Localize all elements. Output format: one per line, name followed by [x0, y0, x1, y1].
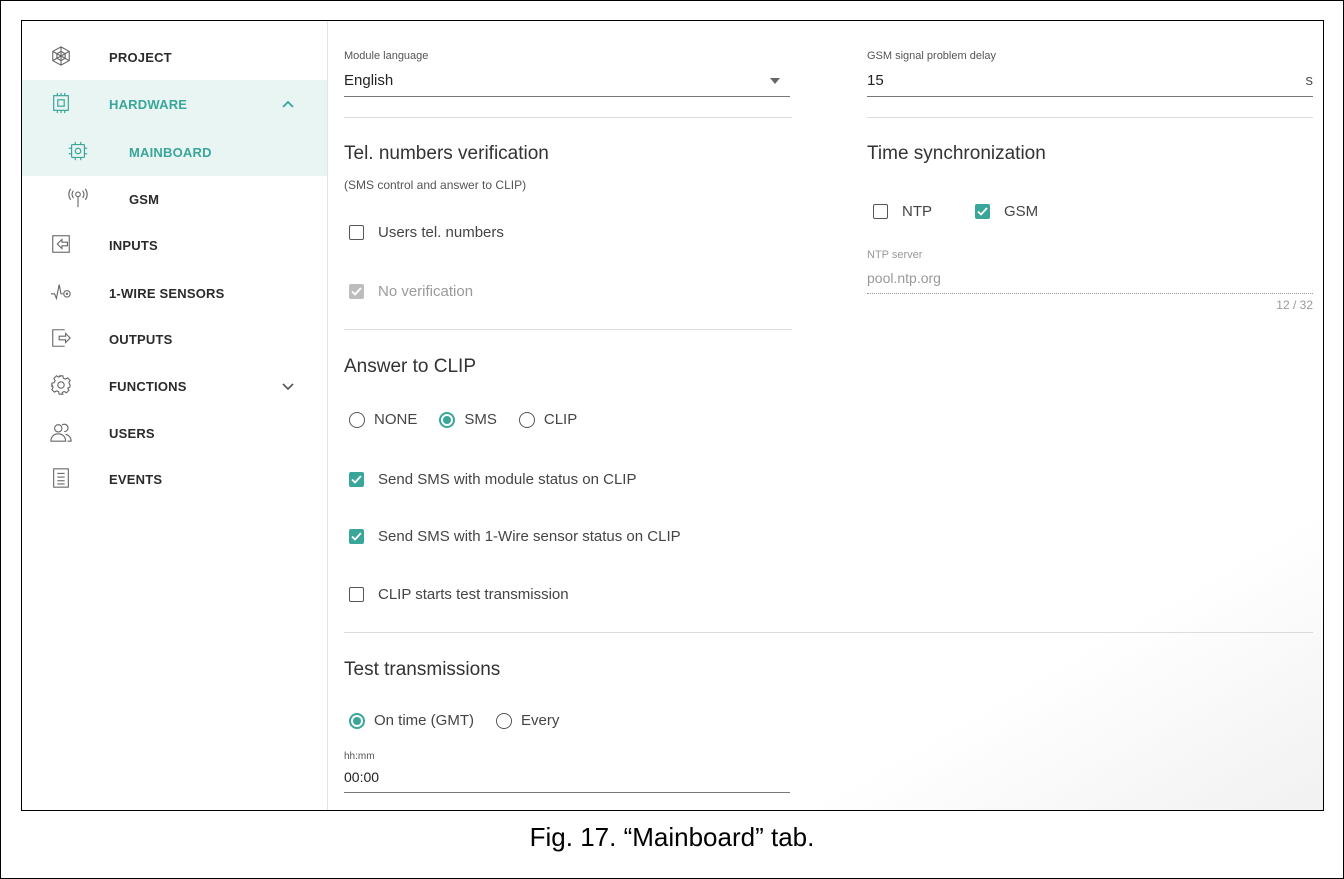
divider — [344, 632, 1313, 633]
radio-selected-icon — [439, 411, 456, 428]
sidebar-item-label: USERS — [109, 425, 155, 441]
send-module-status-label: Send SMS with module status on CLIP — [378, 471, 637, 488]
dropdown-arrow-icon — [770, 78, 780, 84]
project-icon — [52, 46, 70, 66]
sidebar-item-label: MAINBOARD — [129, 144, 212, 160]
ntp-server-label: NTP server — [867, 249, 923, 261]
antenna-icon — [68, 188, 88, 208]
gear-icon — [51, 375, 71, 395]
ntp-server-value: pool.ntp.org — [867, 270, 941, 286]
sidebar-item-functions[interactable]: FUNCTIONS — [22, 362, 327, 410]
divider — [344, 329, 792, 330]
sidebar-item-label: 1-WIRE SENSORS — [109, 285, 225, 301]
sidebar-item-label: HARDWARE — [109, 96, 188, 112]
gsm-delay-label: GSM signal problem delay — [867, 50, 997, 62]
module-language-value: English — [344, 72, 394, 89]
gsm-sync-checkbox[interactable]: GSM — [975, 203, 1038, 220]
radio-every[interactable]: Every — [496, 712, 559, 729]
test-transmissions-radio-group: On time (GMT) Every — [349, 712, 581, 729]
ntp-checkbox[interactable]: NTP — [873, 203, 932, 220]
app-window: PROJECT HARDWARE MAINBOARD GSM INPUTS 1-… — [21, 20, 1324, 811]
radio-none[interactable]: NONE — [349, 411, 417, 428]
sidebar-item-gsm[interactable]: GSM — [22, 175, 327, 223]
sidebar: PROJECT HARDWARE MAINBOARD GSM INPUTS 1-… — [22, 21, 328, 810]
chevron-down-icon[interactable] — [280, 378, 296, 394]
module-language-select[interactable]: English — [344, 69, 790, 97]
output-icon — [52, 329, 71, 347]
sidebar-item-events[interactable]: EVENTS — [22, 455, 327, 503]
time-value: 00:00 — [344, 769, 380, 785]
module-language-label: Module language — [344, 50, 429, 62]
radio-label: SMS — [464, 411, 497, 428]
gsm-delay-value: 15 — [867, 72, 884, 89]
radio-unselected-icon — [518, 411, 535, 428]
answer-clip-title: Answer to CLIP — [344, 356, 476, 377]
checkbox-checked-icon — [975, 204, 990, 219]
main-panel: Module language English GSM signal probl… — [328, 21, 1323, 810]
radio-unselected-icon — [349, 411, 365, 428]
sidebar-item-mainboard[interactable]: MAINBOARD — [22, 128, 327, 176]
radio-label: CLIP — [543, 411, 578, 428]
clip-test-transmission-checkbox[interactable]: CLIP starts test transmission — [349, 586, 569, 603]
document-icon — [53, 468, 69, 488]
radio-on-time[interactable]: On time (GMT) — [349, 712, 474, 729]
sensor-icon — [50, 284, 71, 301]
ntp-server-input[interactable]: pool.ntp.org — [867, 267, 1313, 294]
radio-clip[interactable]: CLIP — [518, 411, 578, 428]
chevron-up-icon[interactable] — [280, 96, 296, 112]
sidebar-item-project[interactable]: PROJECT — [22, 33, 327, 81]
send-sensor-status-checkbox[interactable]: Send SMS with 1-Wire sensor status on CL… — [349, 528, 681, 545]
test-transmissions-title: Test transmissions — [344, 659, 501, 680]
gsm-delay-input[interactable]: 15 s — [867, 69, 1313, 97]
gsm-sync-label: GSM — [1004, 203, 1039, 220]
sidebar-item-inputs[interactable]: INPUTS — [22, 221, 327, 269]
divider — [344, 117, 792, 118]
sidebar-item-label: GSM — [129, 191, 160, 207]
checkbox-checked-icon — [349, 472, 364, 487]
users-tel-numbers-label: Users tel. numbers — [378, 224, 504, 241]
radio-unselected-icon — [496, 712, 512, 729]
no-verification-label: No verification — [378, 283, 474, 300]
ntp-label: NTP — [902, 203, 932, 220]
gsm-delay-unit: s — [1305, 72, 1314, 89]
divider — [867, 117, 1313, 118]
users-tel-numbers-checkbox[interactable]: Users tel. numbers — [349, 224, 504, 241]
sidebar-item-outputs[interactable]: OUTPUTS — [22, 315, 327, 363]
radio-label: NONE — [374, 411, 418, 428]
tel-verification-title: Tel. numbers verification — [344, 143, 549, 164]
figure-caption: Fig. 17. “Mainboard” tab. — [529, 822, 815, 852]
clip-test-transmission-label: CLIP starts test transmission — [378, 586, 569, 603]
checkbox-unchecked-icon — [873, 204, 888, 219]
sidebar-item-users[interactable]: USERS — [22, 409, 327, 457]
radio-sms[interactable]: SMS — [439, 411, 497, 428]
users-icon — [50, 423, 72, 442]
time-input[interactable]: 00:00 — [344, 766, 790, 793]
ntp-server-counter: 12 / 32 — [1276, 298, 1313, 312]
input-icon — [52, 235, 70, 253]
hardware-icon — [53, 92, 69, 114]
sidebar-item-1-wire-sensors[interactable]: 1-WIRE SENSORS — [22, 269, 327, 317]
sidebar-item-label: EVENTS — [109, 471, 163, 487]
radio-label: Every — [521, 712, 560, 729]
radio-selected-icon — [349, 712, 365, 729]
send-module-status-checkbox[interactable]: Send SMS with module status on CLIP — [349, 471, 636, 488]
no-verification-checkbox[interactable]: No verification — [349, 283, 473, 300]
sidebar-item-label: FUNCTIONS — [109, 378, 187, 394]
sidebar-item-label: OUTPUTS — [109, 331, 173, 347]
send-sensor-status-label: Send SMS with 1-Wire sensor status on CL… — [378, 528, 681, 545]
time-label: hh:mm — [344, 751, 375, 762]
chip-icon — [68, 141, 88, 161]
answer-clip-radio-group: NONE SMS CLIP — [349, 411, 599, 428]
checkbox-unchecked-icon — [349, 587, 364, 602]
sidebar-item-label: INPUTS — [109, 237, 158, 253]
time-sync-title: Time synchronization — [867, 143, 1046, 164]
checkbox-checked-icon — [349, 529, 364, 544]
checkbox-unchecked-icon — [349, 225, 364, 240]
radio-label: On time (GMT) — [374, 712, 474, 729]
tel-verification-subtitle: (SMS control and answer to CLIP) — [344, 178, 527, 192]
sidebar-item-hardware[interactable]: HARDWARE — [22, 80, 327, 128]
sidebar-item-label: PROJECT — [109, 49, 172, 65]
checkbox-checked-icon — [349, 284, 364, 299]
